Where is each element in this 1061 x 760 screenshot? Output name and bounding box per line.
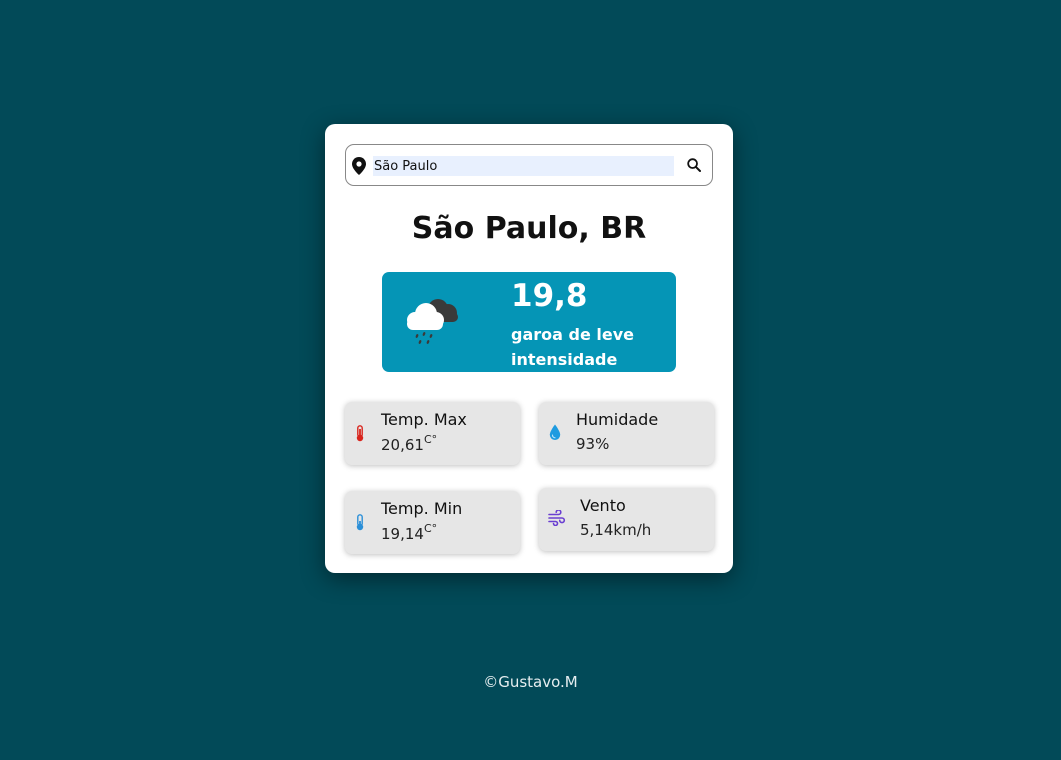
wind-value: 5,14km/h [580,521,652,539]
wind-label: Vento [580,496,626,515]
temp-max-label: Temp. Max [381,410,467,429]
current-temperature: 19,8 [511,278,588,314]
city-title: São Paulo, BR [411,211,647,246]
temp-min-unit: C° [423,522,438,535]
humidity-value: 93% [576,435,610,453]
temp-max-card: Temp. Max 20,61C° [345,402,520,465]
weather-card: São Paulo, BR 19,8 garoa de [325,124,733,573]
thermometer-hot-icon [356,425,364,442]
wind-icon [548,510,566,526]
thermometer-cold-icon [356,514,364,531]
temp-min-value-wrap: 19,14C° [381,522,438,543]
cloud-rain-icon [407,299,458,344]
search-input[interactable] [373,156,674,176]
map-pin-icon [352,157,366,175]
footer-credit: ©Gustavo.M [483,673,578,691]
search-icon [687,157,701,172]
temp-min-card: Temp. Min 19,14C° [345,491,520,554]
humidity-card: Humidade 93% [539,402,714,465]
humidity-label: Humidade [576,410,659,429]
temp-min-value: 19,14 [381,525,424,543]
temp-max-unit: C° [423,433,438,446]
search-bar [345,144,713,186]
search-button[interactable] [684,156,704,176]
weather-description: garoa de leve intensidade [511,325,634,369]
temp-max-value: 20,61 [381,436,424,454]
temp-max-value-wrap: 20,61C° [381,433,438,454]
water-drop-icon [549,424,561,440]
temp-min-label: Temp. Min [381,499,463,518]
current-weather-panel: 19,8 garoa de leve intensidade [382,272,676,372]
wind-card: Vento 5,14km/h [539,488,714,551]
